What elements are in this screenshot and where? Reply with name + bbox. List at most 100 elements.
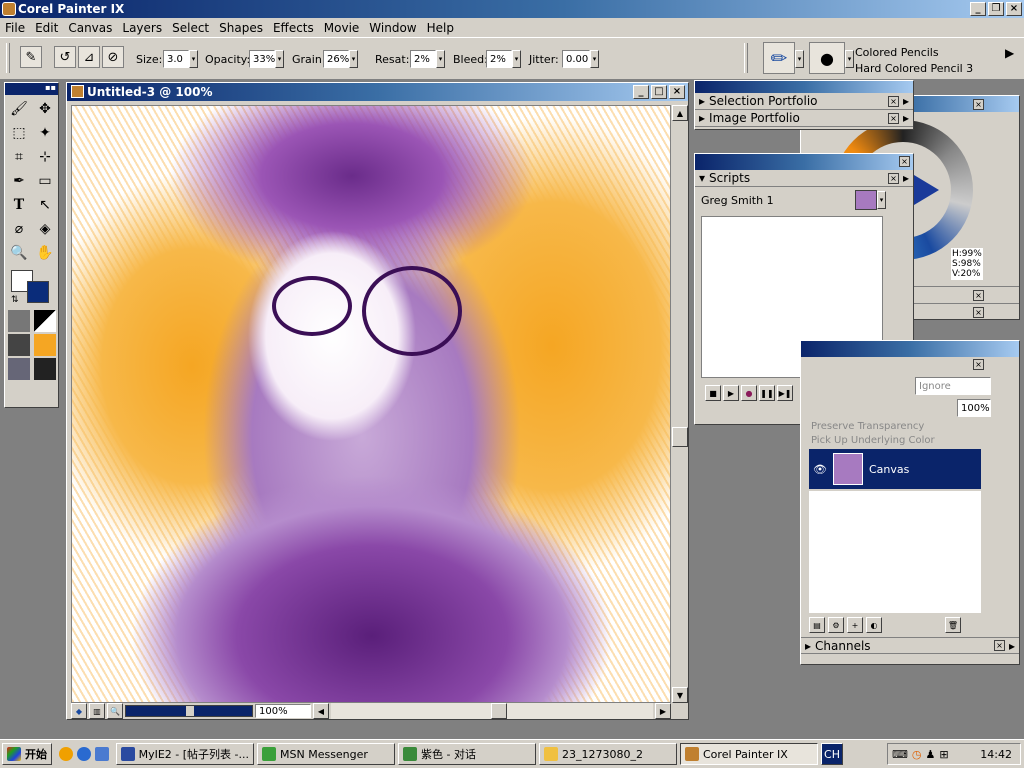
close-button[interactable]: × <box>1006 2 1022 16</box>
color-sets-close-icon[interactable]: × <box>973 307 984 318</box>
preserve-transparency-checkbox[interactable]: Preserve Transparency <box>811 421 924 432</box>
menu-file[interactable]: File <box>0 21 30 35</box>
tray-people-icon[interactable]: ♟ <box>926 748 936 761</box>
brush-category-icon[interactable]: ✏ <box>763 42 795 74</box>
layer-commands-icon[interactable]: ▤ <box>809 617 825 633</box>
composite-method-field[interactable]: Ignore <box>915 377 991 395</box>
size-field[interactable]: 3.0 <box>163 50 189 68</box>
delete-layer-icon[interactable]: 🗑 <box>945 617 961 633</box>
script-step-icon[interactable]: ▶❚ <box>777 385 793 401</box>
layer-adjuster-icon[interactable]: ✥ <box>34 98 56 120</box>
desktop-icon[interactable] <box>95 747 109 761</box>
menu-edit[interactable]: Edit <box>30 21 63 35</box>
scroll-right-button[interactable]: ▶ <box>655 703 671 719</box>
toolbar-grip[interactable] <box>6 43 10 73</box>
script-thumbnail[interactable] <box>855 190 877 210</box>
restore-button[interactable]: ❐ <box>988 2 1004 16</box>
rectangle-select-icon[interactable]: ⬚ <box>8 122 30 144</box>
rectangle-shape-icon[interactable]: ▭ <box>34 170 56 192</box>
doc-close-button[interactable]: × <box>669 85 685 99</box>
layers-titlebar[interactable] <box>801 341 1019 357</box>
document-titlebar[interactable]: Untitled-3 @ 100% _ □ × <box>67 83 688 101</box>
paint-bucket-icon[interactable]: ◈ <box>34 218 56 240</box>
menu-movie[interactable]: Movie <box>319 21 365 35</box>
weaving-selector-icon[interactable] <box>34 334 56 356</box>
menu-layers[interactable]: Layers <box>117 21 167 35</box>
swap-colors-icon[interactable]: ⇅ <box>11 295 19 305</box>
menu-window[interactable]: Window <box>364 21 421 35</box>
text-tool-icon[interactable]: T <box>8 194 30 216</box>
jitter-spinner[interactable]: ▾ <box>590 50 599 68</box>
scripts-menu-arrow-icon[interactable]: ▸ <box>903 171 913 185</box>
zoom-icon[interactable]: 🔍 <box>107 703 123 719</box>
brush-selector-grip[interactable] <box>744 43 748 73</box>
start-button[interactable]: 开始 <box>2 743 52 765</box>
layer-list-area[interactable] <box>809 491 981 613</box>
keyboard-icon[interactable]: ⌨ <box>892 748 908 761</box>
zoom-field[interactable]: 100% <box>255 704 311 718</box>
zoom-slider-thumb[interactable] <box>186 706 194 716</box>
horizontal-scrollbar[interactable] <box>331 703 653 719</box>
straight-line-icon[interactable]: ⊿ <box>78 46 100 68</box>
pickup-underlying-checkbox[interactable]: Pick Up Underlying Color <box>811 435 935 446</box>
shape-selection-icon[interactable]: ↖ <box>34 194 56 216</box>
script-play-icon[interactable]: ▶ <box>723 385 739 401</box>
layers-close-icon[interactable]: × <box>973 359 984 370</box>
grain-view-icon[interactable]: ▥ <box>89 703 105 719</box>
magic-wand-icon[interactable]: ✦ <box>34 122 56 144</box>
tray-clock-icon[interactable]: ◷ <box>912 748 922 761</box>
drawing-canvas[interactable] <box>71 105 671 703</box>
scripts-header-row[interactable]: ▾ Scripts × ▸ <box>695 170 913 187</box>
drawing-mode-icon[interactable]: ◆ <box>71 703 87 719</box>
brush-variant-icon[interactable]: ● <box>809 42 845 74</box>
looks-selector-icon[interactable] <box>34 358 56 380</box>
scroll-left-button[interactable]: ◀ <box>313 703 329 719</box>
task-myie2[interactable]: MyIE2 - [帖子列表 -... <box>116 743 254 765</box>
scripts-close-icon[interactable]: × <box>887 172 899 184</box>
vertical-scrollbar[interactable]: ▲ ▼ <box>672 105 688 703</box>
grain-spinner[interactable]: ▾ <box>349 50 358 68</box>
menu-shapes[interactable]: Shapes <box>214 21 268 35</box>
task-painter[interactable]: Corel Painter IX <box>680 743 818 765</box>
layer-opacity-field[interactable]: 100% <box>957 399 991 417</box>
menu-help[interactable]: Help <box>422 21 459 35</box>
bleed-spinner[interactable]: ▾ <box>512 50 521 68</box>
script-pause-icon[interactable]: ❚❚ <box>759 385 775 401</box>
script-record-icon[interactable]: ● <box>741 385 757 401</box>
scripts-panel-close-icon[interactable]: × <box>899 156 910 167</box>
bleed-field[interactable]: 2% <box>486 50 512 68</box>
layer-visibility-icon[interactable]: 👁 <box>813 463 827 476</box>
colors-close-icon[interactable]: × <box>973 99 984 110</box>
size-spinner[interactable]: ▾ <box>189 50 198 68</box>
resat-spinner[interactable]: ▾ <box>436 50 445 68</box>
resat-field[interactable]: 2% <box>410 50 436 68</box>
brush-tool-icon[interactable]: ✎ <box>20 46 42 68</box>
image-portfolio-arrow-icon[interactable]: ▸ <box>903 111 913 125</box>
brush-variant-dropdown[interactable]: ▾ <box>845 50 854 68</box>
portfolio-titlebar[interactable] <box>695 81 913 93</box>
scroll-down-button[interactable]: ▼ <box>672 687 688 703</box>
vertical-scroll-thumb[interactable] <box>672 427 688 447</box>
zoom-slider[interactable] <box>125 705 253 717</box>
doc-maximize-button[interactable]: □ <box>651 85 667 99</box>
dynamic-plugins-icon[interactable]: ⚙ <box>828 617 844 633</box>
magnifier-icon[interactable]: 🔍 <box>8 242 30 264</box>
grain-field[interactable]: 26% <box>323 50 349 68</box>
jitter-field[interactable]: 0.00 <box>562 50 590 68</box>
scripts-titlebar[interactable]: × <box>695 154 913 170</box>
selection-portfolio-close-icon[interactable]: × <box>887 95 899 107</box>
pattern-selector-icon[interactable] <box>8 334 30 356</box>
horizontal-scroll-thumb[interactable] <box>491 703 507 719</box>
selection-portfolio-row[interactable]: ▸ Selection Portfolio × ▸ <box>695 93 913 110</box>
brush-category-dropdown[interactable]: ▾ <box>795 50 804 68</box>
opacity-field[interactable]: 33% <box>249 50 275 68</box>
channels-arrow-icon[interactable]: ▸ <box>1009 639 1019 653</box>
channels-row[interactable]: ▸ Channels × ▸ <box>801 637 1019 654</box>
pen-tool-icon[interactable]: ✒ <box>8 170 30 192</box>
task-chat[interactable]: 紫色 - 对话 <box>398 743 536 765</box>
crop-tool-icon[interactable]: ⌗ <box>8 146 30 168</box>
menu-select[interactable]: Select <box>167 21 214 35</box>
script-dropdown[interactable]: ▾ <box>877 191 886 209</box>
media-player-icon[interactable] <box>59 747 73 761</box>
freehand-stroke-icon[interactable]: ↺ <box>54 46 76 68</box>
